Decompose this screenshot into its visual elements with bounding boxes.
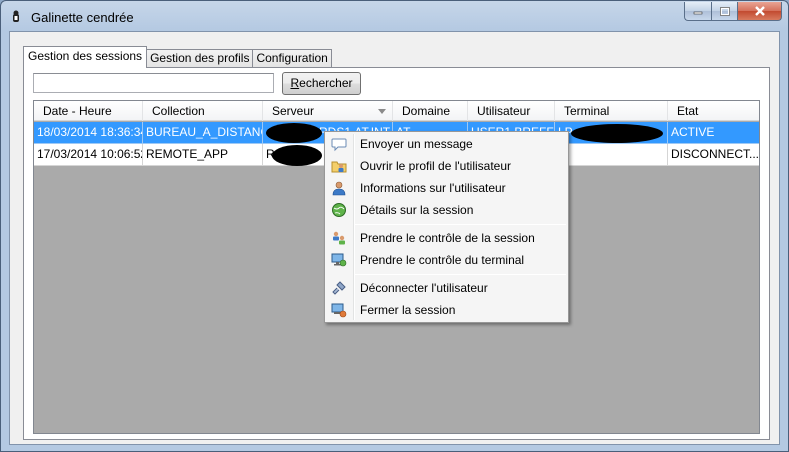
redaction-mark [266,123,322,143]
search-button[interactable]: Rechercher [282,72,361,95]
menu-item-send-message[interactable]: Envoyer un message [327,133,566,155]
menu-item-open-profile[interactable]: Ouvrir le profil de l'utilisateur [327,155,566,177]
cell-state: ACTIVE [668,122,759,144]
menu-item-user-info[interactable]: Informations sur l'utilisateur [327,177,566,199]
close-icon [754,6,765,16]
tab-sessions[interactable]: Gestion des sessions [23,46,148,68]
column-header-date[interactable]: Date - Heure [34,101,143,121]
caption-buttons [684,2,782,21]
tab-configuration[interactable]: Configuration [252,49,332,68]
menu-item-close-session[interactable]: Fermer la session [327,299,566,321]
menu-separator [355,224,566,225]
column-header-collection[interactable]: Collection [143,101,263,121]
menu-item-session-details[interactable]: Détails sur la session [327,199,566,221]
cell-collection: REMOTE_APP [143,144,263,166]
cell-terminal [555,144,668,166]
close-session-icon [331,303,347,318]
cell-date: 17/03/2014 10:06:52 [34,144,143,166]
globe-icon [332,203,346,217]
speech-bubble-icon [331,138,347,152]
maximize-icon [719,6,730,16]
tab-strip: Gestion des sessions Gestion des profils… [23,46,332,68]
column-header-domain[interactable]: Domaine [393,101,468,121]
grid-header: Date - Heure Collection Serveur Domaine … [34,101,759,121]
menu-item-take-terminal-control[interactable]: Prendre le contrôle du terminal [327,249,566,271]
menu-item-disconnect-user[interactable]: Déconnecter l'utilisateur [327,277,566,299]
maximize-button[interactable] [711,2,737,21]
redaction-mark [571,124,663,143]
cell-state: DISCONNECT... [668,144,759,166]
minimize-icon [693,11,703,15]
close-button[interactable] [737,2,782,21]
column-header-user[interactable]: Utilisateur [468,101,555,121]
sort-descending-icon [378,109,386,114]
window-title: Galinette cendrée [31,10,134,25]
title-bar[interactable]: Galinette cendrée [1,1,788,31]
search-input[interactable] [33,73,274,93]
cell-collection: BUREAU_A_DISTANC [143,122,263,144]
redaction-mark [272,145,322,166]
users-control-icon [333,231,345,245]
app-icon [13,10,19,22]
minimize-button[interactable] [684,2,711,21]
app-window: Galinette cendrée Gestion des sessions G… [0,0,789,452]
cell-date: 18/03/2014 18:36:34 [34,122,143,144]
menu-item-take-session-control[interactable]: Prendre le contrôle de la session [327,227,566,249]
context-menu: Envoyer un message Ouvrir le profil de l… [324,131,569,323]
plug-disconnect-icon [332,281,346,295]
column-header-server[interactable]: Serveur [263,101,393,121]
folder-user-icon [331,161,347,173]
column-header-server-label: Serveur [272,104,315,118]
user-icon [332,181,346,196]
computer-control-icon [331,253,347,267]
menu-separator [355,274,566,275]
column-header-terminal[interactable]: Terminal [555,101,668,121]
tab-profiles[interactable]: Gestion des profils [146,49,254,68]
column-header-state[interactable]: Etat [668,101,759,121]
search-button-label: Rechercher [290,76,353,90]
